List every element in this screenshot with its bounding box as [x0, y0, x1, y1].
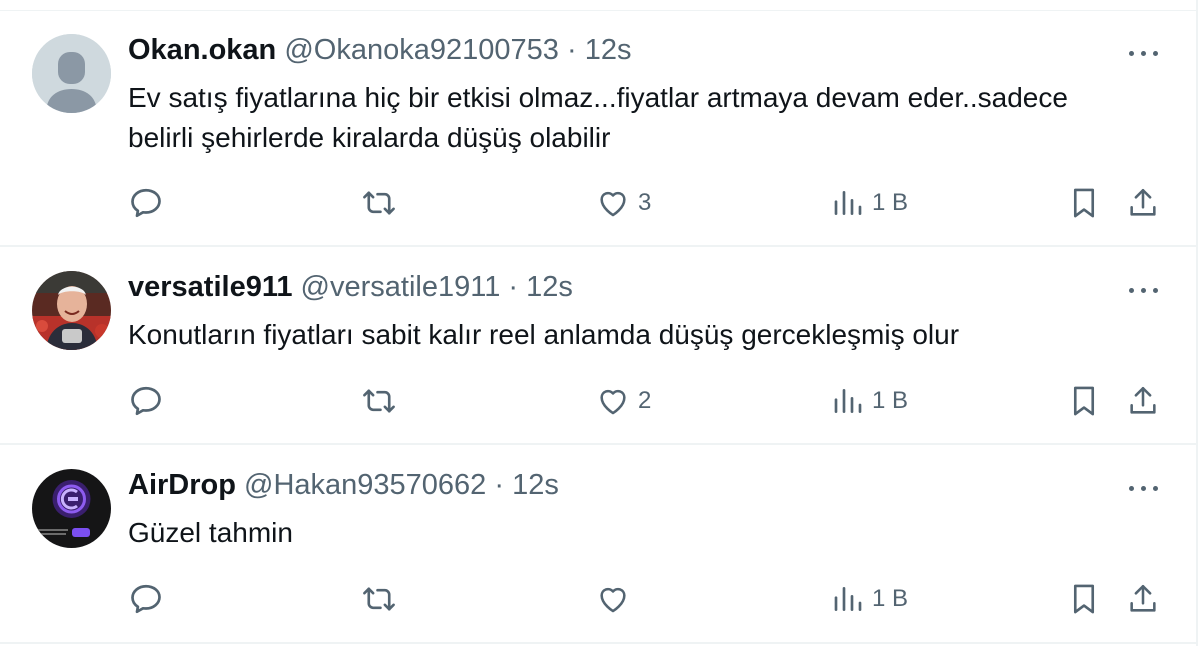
retweet-button[interactable]: [360, 579, 398, 619]
retweet-icon: [363, 191, 395, 215]
avatar[interactable]: [32, 34, 111, 113]
heart-icon: [600, 191, 626, 217]
action-bar: 1 B: [0, 579, 1196, 619]
default-avatar-icon: [32, 34, 111, 113]
reply-button[interactable]: [128, 183, 164, 223]
more-options-icon[interactable]: [1128, 46, 1160, 62]
tweet-text-line: Ev satış fiyatlarına hiç bir etkisi olma…: [128, 82, 1068, 113]
avatar[interactable]: [32, 469, 111, 548]
view-count: 1 B: [872, 387, 909, 414]
bookmark-button[interactable]: [1068, 579, 1100, 619]
tweet-text: Güzel tahmin: [128, 513, 1168, 553]
action-bar: 2 1 B: [0, 381, 1196, 421]
views-button[interactable]: 1 B: [832, 381, 908, 421]
view-count: 1 B: [872, 585, 909, 612]
tweet[interactable]: Okan.okan @Okanoka92100753 · 12s Ev satı…: [0, 10, 1196, 247]
retweet-icon: [363, 587, 395, 611]
reply-icon: [131, 386, 161, 416]
share-button[interactable]: [1126, 183, 1160, 223]
user-handle[interactable]: @Hakan93570662: [244, 469, 486, 501]
retweet-button[interactable]: [360, 381, 398, 421]
tweet-text: Ev satış fiyatlarına hiç bir etkisi olma…: [128, 78, 1168, 158]
bookmark-button[interactable]: [1068, 183, 1100, 223]
share-button[interactable]: [1126, 579, 1160, 619]
timestamp[interactable]: 12s: [585, 34, 632, 66]
tweet-header: versatile911 @versatile1911 · 12s: [128, 271, 573, 304]
tweet-text-line: Konutların fiyatları sabit kalır reel an…: [128, 319, 960, 350]
retweet-button[interactable]: [360, 183, 398, 223]
bookmark-icon: [1073, 584, 1095, 614]
display-name[interactable]: Okan.okan: [128, 34, 276, 66]
bookmark-button[interactable]: [1068, 381, 1100, 421]
share-icon: [1130, 386, 1156, 414]
heart-icon: [600, 587, 626, 613]
like-button[interactable]: 3: [596, 183, 651, 223]
reply-icon: [131, 188, 161, 218]
more-options-icon[interactable]: [1128, 283, 1160, 299]
analytics-icon: [834, 587, 862, 611]
views-button[interactable]: 1 B: [832, 579, 908, 619]
separator-dot: ·: [494, 469, 505, 501]
action-bar: 3 1 B: [0, 183, 1196, 223]
tweet-header: Okan.okan @Okanoka92100753 · 12s: [128, 34, 631, 67]
more-options-icon[interactable]: [1128, 481, 1160, 497]
separator-dot: ·: [508, 271, 519, 303]
photo-avatar-icon: [32, 271, 111, 350]
views-button[interactable]: 1 B: [832, 183, 908, 223]
analytics-icon: [834, 191, 862, 215]
tweet[interactable]: versatile911 @versatile1911 · 12s Konutl…: [0, 247, 1196, 445]
like-button[interactable]: 2: [596, 381, 651, 421]
retweet-icon: [363, 389, 395, 413]
tweet-text-line: Güzel tahmin: [128, 517, 293, 548]
reply-button[interactable]: [128, 381, 164, 421]
like-count: 3: [638, 189, 652, 216]
user-handle[interactable]: @versatile1911: [301, 271, 501, 303]
share-button[interactable]: [1126, 381, 1160, 421]
reply-feed: Okan.okan @Okanoka92100753 · 12s Ev satı…: [0, 0, 1198, 646]
timestamp[interactable]: 12s: [512, 469, 559, 501]
tweet-header: AirDrop @Hakan93570662 · 12s: [128, 469, 559, 502]
tweet-text: Konutların fiyatları sabit kalır reel an…: [128, 315, 1168, 355]
like-button[interactable]: [596, 579, 630, 619]
bookmark-icon: [1073, 386, 1095, 416]
view-count: 1 B: [872, 189, 909, 216]
reply-icon: [131, 584, 161, 614]
logo-avatar-icon: [32, 469, 111, 548]
reply-button[interactable]: [128, 579, 164, 619]
share-icon: [1130, 584, 1156, 612]
bookmark-icon: [1073, 188, 1095, 218]
like-count: 2: [638, 387, 652, 414]
tweet-text-line: belirli şehirlerde kiralarda düşüş olabi…: [128, 122, 611, 153]
user-handle[interactable]: @Okanoka92100753: [284, 34, 559, 66]
analytics-icon: [834, 389, 862, 413]
heart-icon: [600, 389, 626, 415]
share-icon: [1130, 188, 1156, 216]
display-name[interactable]: AirDrop: [128, 469, 236, 501]
display-name[interactable]: versatile911: [128, 271, 292, 303]
timestamp[interactable]: 12s: [526, 271, 573, 303]
avatar[interactable]: [32, 271, 111, 350]
tweet[interactable]: AirDrop @Hakan93570662 · 12s Güzel tahmi…: [0, 445, 1196, 644]
separator-dot: ·: [566, 34, 577, 66]
